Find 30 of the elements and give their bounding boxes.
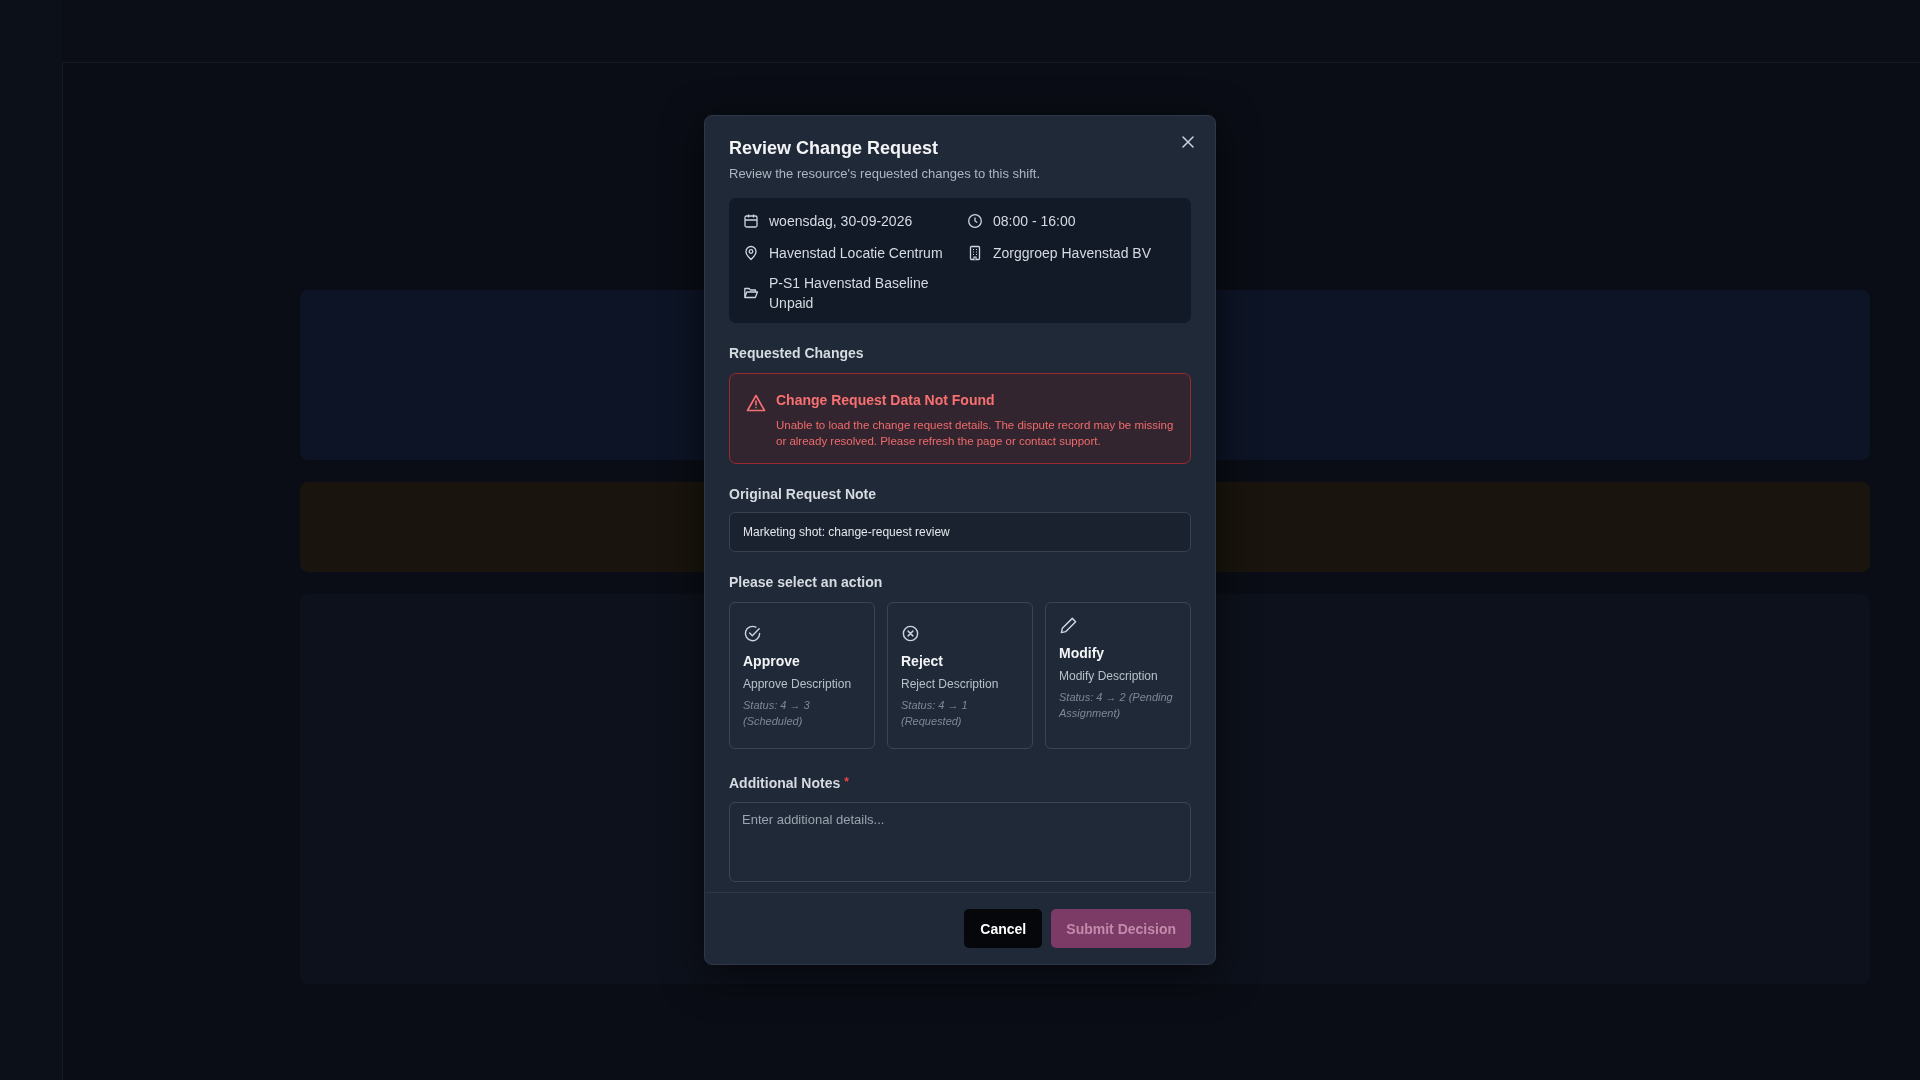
action-option[interactable]: Modify Modify Description Status: 4 → 2 (Pending Assignment)	[1045, 602, 1191, 749]
required-marker: *	[844, 775, 849, 791]
pencil-icon	[1059, 616, 1078, 635]
close-icon[interactable]	[1179, 133, 1197, 151]
warning-icon	[746, 393, 766, 413]
building-icon	[967, 245, 983, 261]
request-note: Marketing shot: change-request review	[729, 512, 1191, 552]
dialog-title: Review Change Request	[729, 138, 940, 159]
section-heading: Please select an action	[729, 574, 884, 590]
folder-icon	[743, 285, 759, 301]
section-heading: Original Request Note	[729, 486, 878, 502]
action-option[interactable]: Reject Reject Description Status: 4 → 1 (Requested)	[887, 602, 1033, 749]
detail-text: Zorggroep Havenstad BV	[993, 244, 1151, 263]
x-circle-icon	[901, 624, 920, 643]
map-pin-icon	[743, 245, 759, 261]
detail-text: woensdag, 30-09-2026	[769, 212, 913, 231]
detail-text: Havenstad Locatie Centrum	[769, 244, 943, 263]
calendar-icon	[743, 213, 759, 229]
notes-field[interactable]: Enter additional details...	[729, 802, 1191, 882]
detail-text: 08:00 - 16:00	[993, 212, 1076, 231]
check-circle-icon	[743, 624, 762, 643]
field-label: Additional Notes	[729, 775, 841, 791]
detail-text: P-S1 Havenstad Baseline Unpaid	[769, 274, 930, 313]
section-heading: Requested Changes	[729, 345, 865, 361]
alert-message: Unable to load the change request details. The dispute record may be missing or already resolved. Please refresh the page or contact support.	[776, 418, 1175, 449]
alert-title: Change Request Data Not Found	[776, 392, 996, 408]
dialog-subtitle: Review the resource's requested changes to this shift.	[729, 166, 1042, 181]
action-option[interactable]: Approve Approve Description Status: 4 → 3 (Scheduled)	[729, 602, 875, 749]
cancel-button[interactable]: Cancel	[964, 909, 1043, 948]
clock-icon	[967, 213, 983, 229]
